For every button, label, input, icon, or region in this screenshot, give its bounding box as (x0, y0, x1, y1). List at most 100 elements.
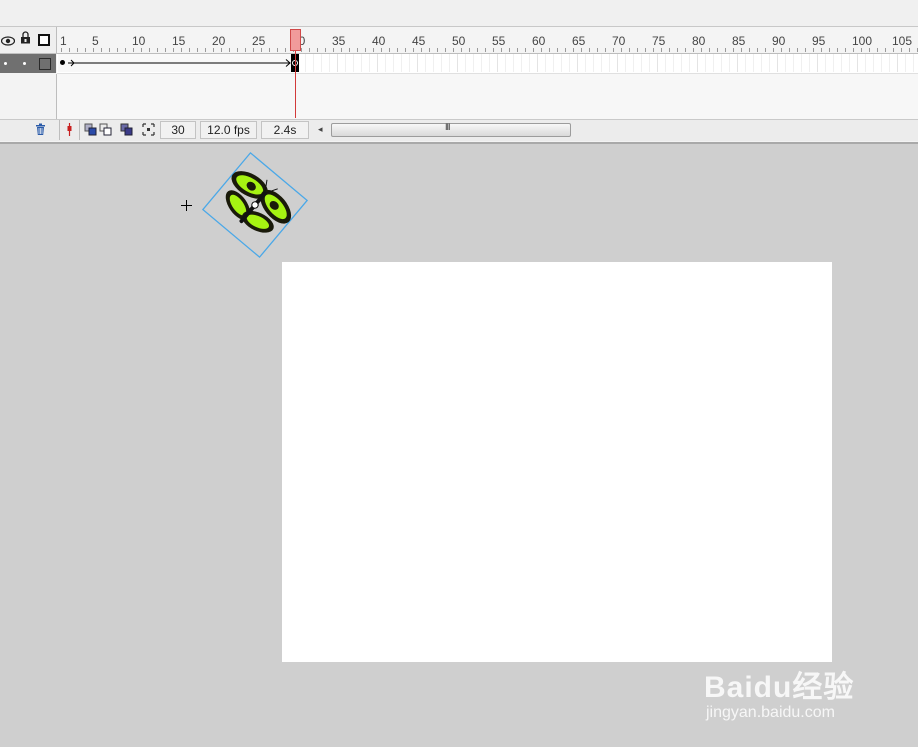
frame-cell-divider (513, 54, 514, 72)
tween-span[interactable] (58, 54, 296, 72)
layer-outline-color[interactable] (39, 58, 51, 70)
ruler-tick (301, 48, 302, 52)
frame-cell-divider (729, 54, 730, 72)
ruler-tick (645, 48, 646, 52)
ruler-tick (261, 48, 262, 52)
frame-cell-divider (321, 54, 322, 72)
frame-cell-divider (705, 54, 706, 72)
ruler-tick (685, 48, 686, 52)
ruler-tick (669, 48, 670, 52)
ruler-tick (869, 48, 870, 52)
ruler-tick (765, 48, 766, 52)
ruler-tick (429, 48, 430, 52)
layer-frames-row[interactable] (57, 54, 918, 74)
frame-cell-divider (537, 54, 538, 72)
frame-cell-divider (641, 54, 642, 72)
ruler-tick-label: 55 (492, 34, 506, 48)
frame-cell-divider (833, 54, 834, 72)
frame-cell-divider (801, 54, 802, 72)
edit-multiple-frames-icon[interactable] (120, 123, 133, 136)
stage[interactable] (282, 262, 832, 662)
frame-cell-divider (665, 54, 666, 72)
ruler-tick (149, 48, 150, 52)
watermark-url: jingyan.baidu.com (706, 704, 835, 721)
layer-header (0, 27, 57, 54)
frame-cell-divider (601, 54, 602, 72)
frame-cell-divider (809, 54, 810, 72)
layer-lock-dot[interactable] (23, 62, 26, 65)
onion-skin-outlines-icon[interactable] (99, 123, 112, 136)
ruler-tick (125, 48, 126, 52)
trash-icon[interactable] (34, 123, 47, 136)
frame-cell-divider (561, 54, 562, 72)
ruler-tick (309, 48, 310, 52)
layer-row[interactable] (0, 54, 56, 73)
frame-cell-divider (865, 54, 866, 72)
ruler-tick (621, 48, 622, 52)
frame-cell-divider (673, 54, 674, 72)
ruler-tick (117, 48, 118, 52)
ruler-tick (277, 48, 278, 52)
frame-ruler[interactable]: 1510152025303540455055606570758085909510… (57, 27, 918, 54)
ruler-tick (181, 48, 182, 52)
frame-cell-divider (849, 54, 850, 72)
scroll-left-arrow-icon[interactable]: ◂ (318, 124, 323, 135)
frame-cell-divider (473, 54, 474, 72)
top-strip (0, 0, 918, 26)
ruler-tick (205, 48, 206, 52)
onion-skin-icon[interactable] (84, 123, 97, 136)
ruler-tick (717, 48, 718, 52)
ruler-tick (437, 48, 438, 52)
ruler-tick (837, 48, 838, 52)
frame-cell-divider (417, 54, 418, 72)
frame-cell-divider (553, 54, 554, 72)
ruler-tick (549, 48, 550, 52)
ruler-tick-label: 35 (332, 34, 346, 48)
frame-cell-divider (305, 54, 306, 72)
ruler-tick-label: 90 (772, 34, 786, 48)
ruler-tick (701, 48, 702, 52)
frame-cell-divider (505, 54, 506, 72)
ruler-tick (845, 48, 846, 52)
ruler-tick-label: 75 (652, 34, 666, 48)
frame-cell-divider (889, 54, 890, 72)
frame-rate-field[interactable]: 12.0 fps (200, 121, 257, 139)
frame-cell-divider (529, 54, 530, 72)
layer-visibility-dot[interactable] (4, 62, 7, 65)
timeline-status-bar: 30 12.0 fps 2.4s ◂ III (0, 119, 918, 141)
horizontal-scrollbar-thumb[interactable]: III (331, 122, 571, 137)
frame-cell-divider (841, 54, 842, 72)
ruler-tick (637, 48, 638, 52)
ruler-tick (365, 48, 366, 52)
frame-cell-divider (377, 54, 378, 72)
ruler-tick (653, 48, 654, 52)
ruler-tick (245, 48, 246, 52)
ruler-tick-label: 85 (732, 34, 746, 48)
butterfly-symbol[interactable] (198, 148, 312, 262)
ruler-tick-label: 1 (60, 34, 67, 48)
outline-square-icon[interactable] (38, 33, 50, 46)
ruler-tick (813, 48, 814, 52)
lock-icon[interactable] (20, 31, 31, 44)
modify-onion-markers-icon[interactable] (142, 123, 155, 136)
frame-cell-divider (689, 54, 690, 72)
ruler-tick (269, 48, 270, 52)
motion-tween-arrow (68, 59, 291, 67)
frame-cell-divider (489, 54, 490, 72)
ruler-tick (349, 48, 350, 52)
ruler-tick (885, 48, 886, 52)
frame-cell-divider (577, 54, 578, 72)
current-frame-field: 30 (160, 121, 196, 139)
ruler-tick-label: 10 (132, 34, 146, 48)
ruler-tick (213, 48, 214, 52)
eye-icon[interactable] (0, 33, 16, 46)
frame-cell-divider (481, 54, 482, 72)
ruler-tick (517, 48, 518, 52)
frame-cell-divider (745, 54, 746, 72)
ruler-tick (141, 48, 142, 52)
frame-cell-divider (769, 54, 770, 72)
playhead[interactable] (290, 29, 301, 51)
ruler-tick (397, 48, 398, 52)
start-keyframe[interactable] (60, 60, 65, 65)
center-frame-icon[interactable] (63, 123, 76, 136)
